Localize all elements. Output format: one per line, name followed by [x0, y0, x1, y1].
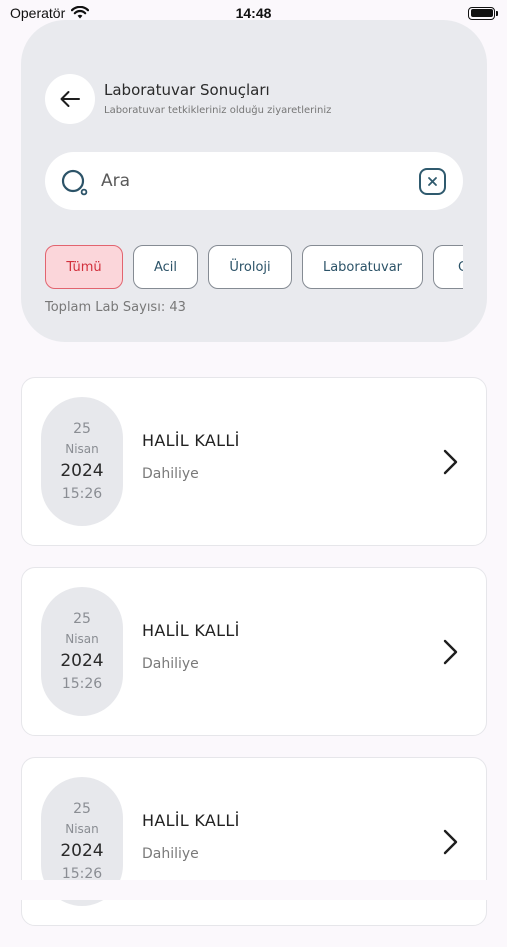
visit-month: Nisan [65, 631, 99, 646]
filter-chip-tumu[interactable]: Tümü [45, 245, 123, 289]
clear-search-button[interactable] [419, 168, 446, 195]
visit-year: 2024 [60, 460, 104, 481]
visit-month: Nisan [65, 821, 99, 836]
visit-card[interactable]: 25 Nisan 2024 15:26 HALİL KALLİ Dahiliye [21, 377, 487, 546]
visit-day: 25 [73, 610, 91, 627]
visit-time: 15:26 [61, 675, 103, 692]
filter-chip-uroloji[interactable]: Üroloji [208, 245, 292, 289]
visit-time: 15:26 [61, 485, 103, 502]
department: Dahiliye [142, 846, 199, 862]
battery-icon [468, 6, 498, 20]
department: Dahiliye [142, 656, 199, 672]
filter-chip-laboratuvar[interactable]: Laboratuvar [302, 245, 423, 289]
visit-card[interactable]: 25 Nisan 2024 15:26 HALİL KALLİ Dahiliye [21, 567, 487, 736]
visit-day: 25 [73, 800, 91, 817]
chevron-right-icon [443, 829, 458, 855]
page-subtitle: Laboratuvar tetkikleriniz olduğu ziyaret… [104, 105, 332, 116]
back-button[interactable] [45, 74, 95, 124]
status-bar-left: Operatör [10, 5, 90, 21]
filter-chip-acil[interactable]: Acil [133, 245, 198, 289]
visit-date: 25 Nisan 2024 15:26 [41, 587, 123, 716]
filter-chips: Tümü Acil Üroloji Laboratuvar G [45, 245, 463, 291]
visit-list: 25 Nisan 2024 15:26 HALİL KALLİ Dahiliye… [21, 377, 487, 947]
search-icon [61, 169, 88, 196]
search-bar [45, 152, 463, 210]
wifi-icon [71, 6, 90, 19]
department: Dahiliye [142, 466, 199, 482]
status-bar: Operatör 14:48 [0, 0, 507, 26]
visit-date: 25 Nisan 2024 15:26 [41, 397, 123, 526]
page-title: Laboratuvar Sonuçları [104, 81, 270, 99]
visit-month: Nisan [65, 441, 99, 456]
arrow-left-icon [60, 91, 80, 107]
visit-day: 25 [73, 420, 91, 437]
carrier-label: Operatör [10, 5, 66, 21]
header-panel: Laboratuvar Sonuçları Laboratuvar tetkik… [21, 20, 487, 342]
patient-name: HALİL KALLİ [142, 431, 240, 450]
chevron-right-icon [443, 639, 458, 665]
search-input[interactable] [101, 164, 401, 198]
patient-name: HALİL KALLİ [142, 811, 240, 830]
bottom-fade [0, 880, 507, 900]
total-lab-count: Toplam Lab Sayısı: 43 [45, 300, 186, 315]
visit-year: 2024 [60, 650, 104, 671]
clear-icon [428, 177, 437, 186]
visit-card[interactable]: 25 Nisan 2024 15:26 HALİL KALLİ Dahiliye [21, 757, 487, 926]
chevron-right-icon [443, 449, 458, 475]
patient-name: HALİL KALLİ [142, 621, 240, 640]
filter-chip-more[interactable]: G [433, 245, 463, 289]
visit-year: 2024 [60, 840, 104, 861]
